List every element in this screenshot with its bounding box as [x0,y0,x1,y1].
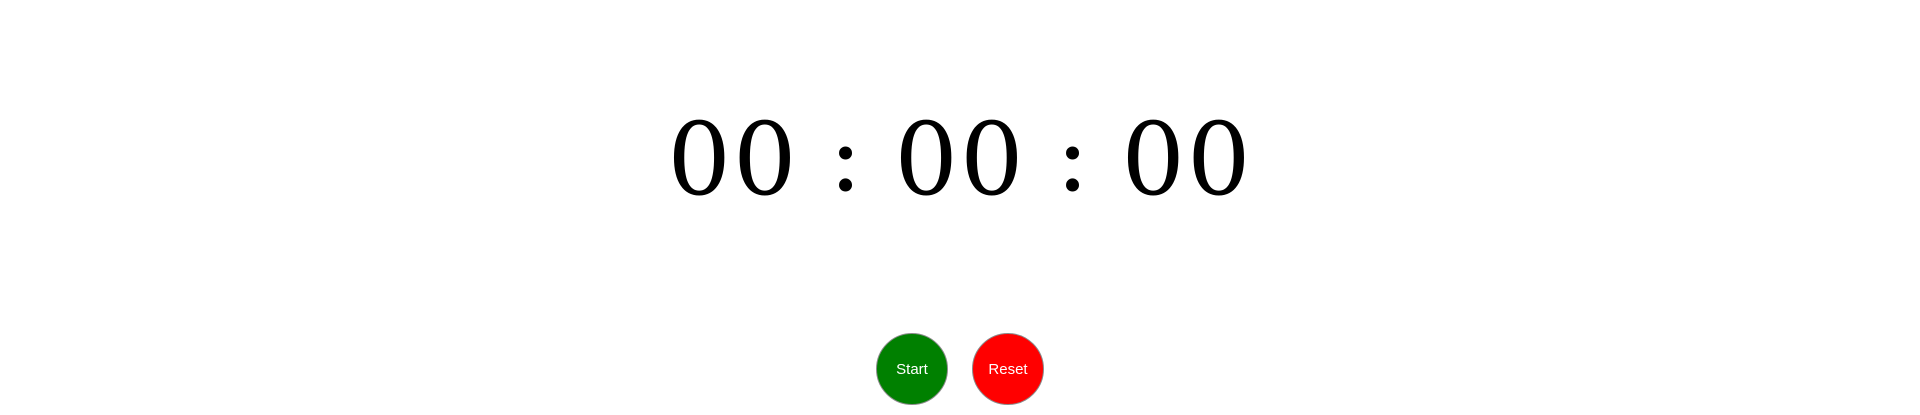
reset-button[interactable]: Reset [972,333,1044,405]
hours-minutes-separator: : [828,97,865,214]
timer-controls: Start Reset [0,333,1920,405]
hours-value: 00 [667,101,799,218]
start-button[interactable]: Start [876,333,948,405]
timer-display: 00 : 00 : 00 [0,97,1920,220]
minutes-value: 00 [894,101,1026,218]
seconds-value: 00 [1121,101,1253,218]
stopwatch-page: 00 : 00 : 00 Start Reset [0,0,1920,415]
minutes-seconds-separator: : [1055,97,1092,214]
